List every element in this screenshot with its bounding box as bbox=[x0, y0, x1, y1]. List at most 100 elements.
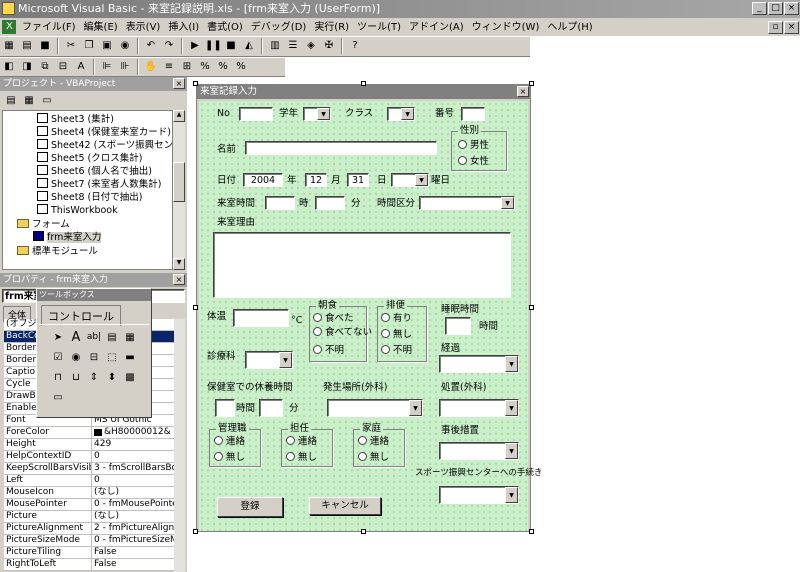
property-row[interactable]: HelpContextID 0 bbox=[4, 451, 180, 463]
property-value[interactable]: False bbox=[94, 559, 178, 570]
zoom-in-icon[interactable]: % bbox=[215, 59, 231, 75]
stool-yes-option[interactable]: 有り bbox=[381, 313, 412, 325]
cancel-button[interactable]: キャンセル bbox=[309, 497, 381, 515]
spin-tool-icon[interactable]: ⬍ bbox=[103, 369, 121, 386]
copy-icon[interactable]: ❐ bbox=[81, 38, 97, 54]
chevron-down-icon[interactable]: ▼ bbox=[505, 400, 518, 416]
male-option[interactable]: 男性 bbox=[458, 140, 489, 152]
menu-item[interactable]: ツール(T) bbox=[353, 19, 405, 37]
pointer-icon[interactable]: ➤ bbox=[49, 329, 67, 346]
period-select[interactable]: ▼ bbox=[419, 196, 515, 210]
multipage-tool-icon[interactable]: ⊔ bbox=[67, 369, 85, 386]
family-contact-option[interactable]: 連絡 bbox=[358, 436, 389, 448]
rest-hour-input[interactable] bbox=[215, 399, 235, 417]
project-explorer-icon[interactable]: ▥ bbox=[267, 38, 283, 54]
combobox-tool-icon[interactable]: ▤ bbox=[103, 329, 121, 346]
vba-app-icon[interactable] bbox=[2, 2, 15, 15]
teacher-none-option[interactable]: 無し bbox=[286, 452, 317, 464]
break-icon[interactable]: ❚❚ bbox=[205, 38, 222, 54]
textbox-tool-icon[interactable]: ab| bbox=[85, 329, 103, 346]
family-none-option[interactable]: 無し bbox=[358, 452, 389, 464]
tree-item[interactable]: ThisWorkbook bbox=[37, 204, 118, 217]
breakfast-unknown-option[interactable]: 不明 bbox=[313, 345, 344, 357]
teacher-contact-option[interactable]: 連絡 bbox=[286, 436, 317, 448]
tree-item[interactable]: Sheet6 (個人名で抽出) bbox=[37, 165, 152, 178]
menu-item[interactable]: 挿入(I) bbox=[164, 19, 203, 37]
tree-folder[interactable]: フォーム bbox=[17, 218, 70, 231]
property-row[interactable]: KeepScrollBarsVisib 3 - fmScrollBarsBo bbox=[4, 463, 180, 475]
close-button[interactable]: × bbox=[784, 2, 799, 15]
property-row[interactable]: Picture (なし) bbox=[4, 511, 180, 523]
property-value[interactable]: 0 - fmMousePointe bbox=[94, 499, 178, 510]
no-input[interactable] bbox=[239, 107, 273, 121]
day-input[interactable]: 31 bbox=[347, 173, 369, 187]
properties-icon[interactable]: ☰ bbox=[285, 38, 301, 54]
property-row[interactable]: PictureTiling False bbox=[4, 547, 180, 559]
tree-item[interactable]: Sheet4 (保健室来室カード) bbox=[37, 126, 171, 139]
property-value[interactable]: 429 bbox=[94, 439, 178, 450]
number-input[interactable] bbox=[461, 107, 485, 121]
chevron-down-icon[interactable]: ▼ bbox=[401, 108, 414, 120]
property-value[interactable]: False bbox=[94, 547, 178, 558]
menu-item[interactable]: 編集(E) bbox=[80, 19, 122, 37]
zoom-icon[interactable]: % bbox=[197, 59, 213, 75]
property-row[interactable]: RightToLeft False bbox=[4, 559, 180, 571]
resize-handle[interactable] bbox=[193, 305, 198, 310]
checkbox-tool-icon[interactable]: ☑ bbox=[49, 349, 67, 366]
frame-tool-icon[interactable]: ⬚ bbox=[103, 349, 121, 366]
tree-item[interactable]: Sheet7 (来室者人数集計) bbox=[37, 178, 161, 191]
property-row[interactable]: MouseIcon (なし) bbox=[4, 487, 180, 499]
female-option[interactable]: 女性 bbox=[458, 156, 489, 168]
align-center-icon[interactable]: ⊪ bbox=[117, 59, 133, 75]
property-value[interactable]: (なし) bbox=[94, 487, 178, 498]
property-value[interactable]: 0 bbox=[94, 451, 178, 462]
property-row[interactable]: PictureSizeMode 0 - fmPictureSizeM bbox=[4, 535, 180, 547]
menu-item[interactable]: アドイン(A) bbox=[405, 19, 468, 37]
zoom-out-icon[interactable]: % bbox=[233, 59, 249, 75]
year-input[interactable]: 2004 bbox=[243, 173, 283, 187]
admin-contact-option[interactable]: 連絡 bbox=[214, 436, 245, 448]
chevron-down-icon[interactable]: ▼ bbox=[505, 443, 518, 459]
menu-item[interactable]: 実行(R) bbox=[310, 19, 353, 37]
minimize-button[interactable]: _ bbox=[752, 2, 767, 15]
cut-icon[interactable]: ✂ bbox=[63, 38, 79, 54]
clinic-select[interactable]: ▼ bbox=[245, 351, 293, 369]
button-tool-icon[interactable]: ▬ bbox=[121, 349, 139, 366]
tab-controls[interactable]: コントロール bbox=[41, 305, 121, 326]
ate-option[interactable]: 食べた bbox=[313, 313, 354, 325]
sports-select[interactable]: ▼ bbox=[439, 486, 519, 504]
tree-item[interactable]: Sheet8 (日付で抽出) bbox=[37, 191, 142, 204]
chevron-down-icon[interactable]: ▼ bbox=[501, 197, 514, 209]
center-icon[interactable]: ≡ bbox=[161, 59, 177, 75]
property-value[interactable]: 0 bbox=[94, 475, 178, 486]
project-scrollbar[interactable]: ▲ ▼ bbox=[173, 110, 185, 270]
sleep-input[interactable] bbox=[445, 317, 471, 335]
progress-select[interactable]: ▼ bbox=[439, 355, 519, 373]
property-row[interactable]: PictureAlignment 2 - fmPictureAlign bbox=[4, 523, 180, 535]
chevron-down-icon[interactable]: ▼ bbox=[279, 352, 292, 368]
chevron-down-icon[interactable]: ▼ bbox=[505, 487, 518, 503]
temp-input[interactable] bbox=[233, 309, 289, 327]
help-icon[interactable]: ? bbox=[347, 38, 363, 54]
group-icon[interactable]: ⧉ bbox=[37, 59, 53, 75]
tree-item[interactable]: Sheet5 (クロス集計) bbox=[37, 152, 142, 165]
resize-handle[interactable] bbox=[529, 81, 534, 86]
find-icon[interactable]: ◉ bbox=[117, 38, 133, 54]
maximize-button[interactable]: □ bbox=[768, 2, 783, 15]
tree-folder[interactable]: 標準モジュール bbox=[17, 245, 98, 258]
refedit-tool-icon[interactable]: ▭ bbox=[49, 389, 67, 406]
paste-icon[interactable]: ▣ bbox=[99, 38, 115, 54]
listbox-tool-icon[interactable]: ▦ bbox=[121, 329, 139, 346]
scroll-down-icon[interactable]: ▼ bbox=[173, 258, 185, 270]
insert-object-icon[interactable]: ▤ bbox=[19, 38, 35, 54]
treatment-select[interactable]: ▼ bbox=[439, 399, 519, 417]
property-value[interactable]: (なし) bbox=[94, 511, 178, 522]
tabstrip-tool-icon[interactable]: ⊓ bbox=[49, 369, 67, 386]
chevron-down-icon[interactable]: ▼ bbox=[409, 400, 422, 416]
stool-none-option[interactable]: 無し bbox=[381, 329, 412, 341]
excel-icon[interactable]: X bbox=[2, 20, 16, 34]
form-close-icon[interactable]: × bbox=[517, 86, 529, 97]
scroll-thumb[interactable] bbox=[173, 162, 185, 202]
register-button[interactable]: 登録 bbox=[217, 497, 283, 517]
menu-item[interactable]: デバッグ(D) bbox=[247, 19, 311, 37]
